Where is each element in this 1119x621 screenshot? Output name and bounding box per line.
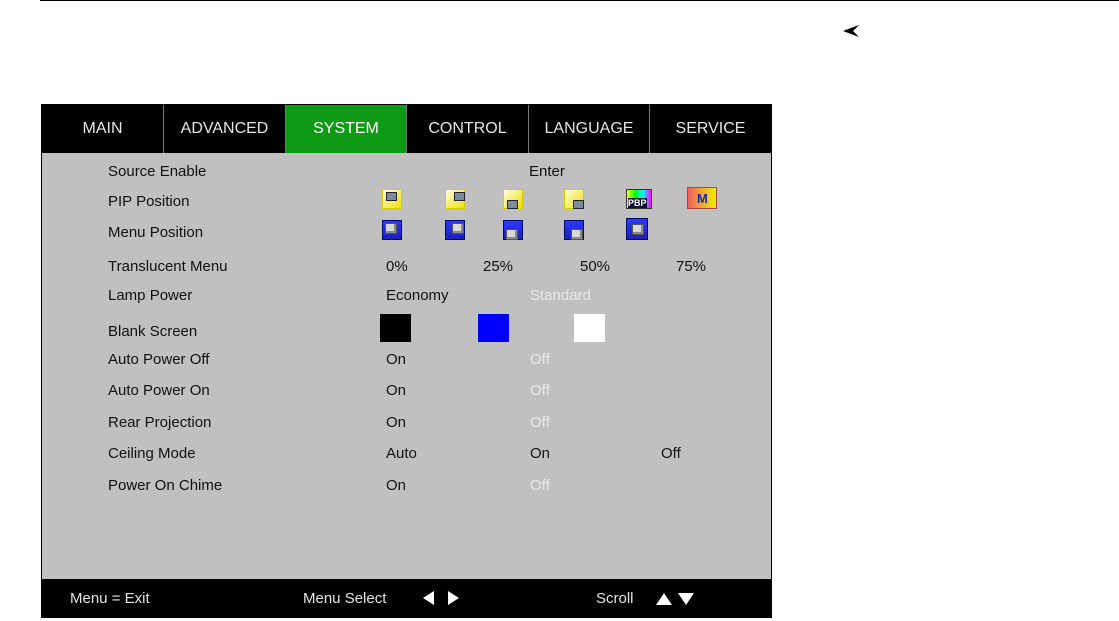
power-on-chime-on[interactable]: On [386, 477, 406, 494]
tab-advanced[interactable]: ADVANCED [164, 105, 286, 153]
auto-power-off-label: Auto Power Off [108, 351, 210, 368]
ceiling-mode-on[interactable]: On [530, 445, 550, 462]
blank-screen-blue-swatch[interactable] [478, 314, 509, 342]
menu-top-right-icon[interactable] [445, 220, 465, 240]
tab-main[interactable]: MAIN [42, 105, 164, 153]
down-arrow-icon [678, 592, 694, 609]
pip-position-label: PIP Position [108, 193, 190, 210]
row-lamp-power: Lamp Power Economy Standard [42, 283, 771, 307]
power-on-chime-off[interactable]: Off [530, 477, 550, 494]
auto-power-off-off[interactable]: Off [530, 351, 550, 368]
translucent-50[interactable]: 50% [580, 258, 610, 275]
auto-power-on-on[interactable]: On [386, 382, 406, 399]
pip-top-left-icon[interactable] [382, 189, 402, 209]
up-arrow-icon [656, 592, 672, 609]
auto-power-on-off[interactable]: Off [530, 382, 550, 399]
menu-position-label: Menu Position [108, 224, 204, 241]
top-rule [40, 0, 1119, 1]
rear-projection-on[interactable]: On [386, 414, 406, 431]
lamp-power-standard[interactable]: Standard [530, 287, 591, 304]
menu-top-left-icon[interactable] [382, 220, 402, 240]
pip-bottom-left-icon[interactable] [503, 189, 523, 209]
auto-power-on-label: Auto Power On [108, 382, 210, 399]
tab-bar: MAIN ADVANCED SYSTEM CONTROL LANGUAGE SE… [42, 105, 771, 153]
ceiling-mode-label: Ceiling Mode [108, 445, 196, 462]
left-arrow-icon [423, 591, 435, 609]
row-auto-power-off: Auto Power Off On Off [42, 347, 771, 371]
pip-top-right-icon[interactable] [445, 189, 465, 209]
ceiling-mode-off[interactable]: Off [661, 445, 681, 462]
row-power-on-chime: Power On Chime On Off [42, 473, 771, 497]
source-enable-enter[interactable]: Enter [529, 163, 565, 180]
row-pip-position: PIP Position PBP M [42, 187, 771, 213]
pip-bottom-right-icon[interactable] [564, 189, 584, 209]
lamp-power-label: Lamp Power [108, 287, 193, 304]
tab-system[interactable]: SYSTEM [286, 105, 407, 153]
footer-bar: Menu = Exit Menu Select Scroll [42, 579, 771, 617]
row-blank-screen: Blank Screen [42, 313, 771, 345]
pbp-text: PBP [628, 198, 647, 208]
menu-center-icon[interactable] [626, 218, 648, 240]
right-arrow-icon [447, 591, 459, 609]
blank-screen-label: Blank Screen [108, 323, 198, 340]
menu-bottom-right-icon[interactable] [564, 220, 584, 240]
tab-control[interactable]: CONTROL [407, 105, 529, 153]
pip-pbp-icon[interactable]: PBP [626, 189, 652, 209]
source-enable-label: Source Enable [108, 163, 207, 180]
row-auto-power-on: Auto Power On On Off [42, 378, 771, 402]
blank-screen-white-swatch[interactable] [574, 314, 605, 342]
footer-scroll-hint: Scroll [596, 590, 634, 607]
row-menu-position: Menu Position [42, 218, 771, 244]
translucent-75[interactable]: 75% [676, 258, 706, 275]
tab-language[interactable]: LANGUAGE [529, 105, 650, 153]
rear-projection-off[interactable]: Off [530, 414, 550, 431]
auto-power-off-on[interactable]: On [386, 351, 406, 368]
tab-service[interactable]: SERVICE [650, 105, 771, 153]
pointer-arrow-icon [843, 25, 859, 37]
translucent-menu-label: Translucent Menu [108, 258, 228, 275]
lamp-power-economy[interactable]: Economy [386, 287, 449, 304]
blank-screen-black-swatch[interactable] [380, 314, 411, 342]
translucent-25[interactable]: 25% [483, 258, 513, 275]
row-rear-projection: Rear Projection On Off [42, 410, 771, 434]
pip-off-icon[interactable]: M [687, 187, 717, 209]
power-on-chime-label: Power On Chime [108, 477, 223, 494]
row-ceiling-mode: Ceiling Mode Auto On Off [42, 441, 771, 465]
translucent-0[interactable]: 0% [386, 258, 408, 275]
ceiling-mode-auto[interactable]: Auto [386, 445, 417, 462]
osd-menu: MAIN ADVANCED SYSTEM CONTROL LANGUAGE SE… [41, 104, 772, 618]
footer-select-hint: Menu Select [303, 590, 387, 607]
pip-off-text: M [697, 191, 708, 206]
row-source-enable: Source Enable Enter [42, 159, 771, 183]
rear-projection-label: Rear Projection [108, 414, 212, 431]
menu-bottom-left-icon[interactable] [503, 220, 523, 240]
row-translucent-menu: Translucent Menu 0% 25% 50% 75% [42, 254, 771, 278]
footer-exit-hint: Menu = Exit [70, 590, 150, 607]
